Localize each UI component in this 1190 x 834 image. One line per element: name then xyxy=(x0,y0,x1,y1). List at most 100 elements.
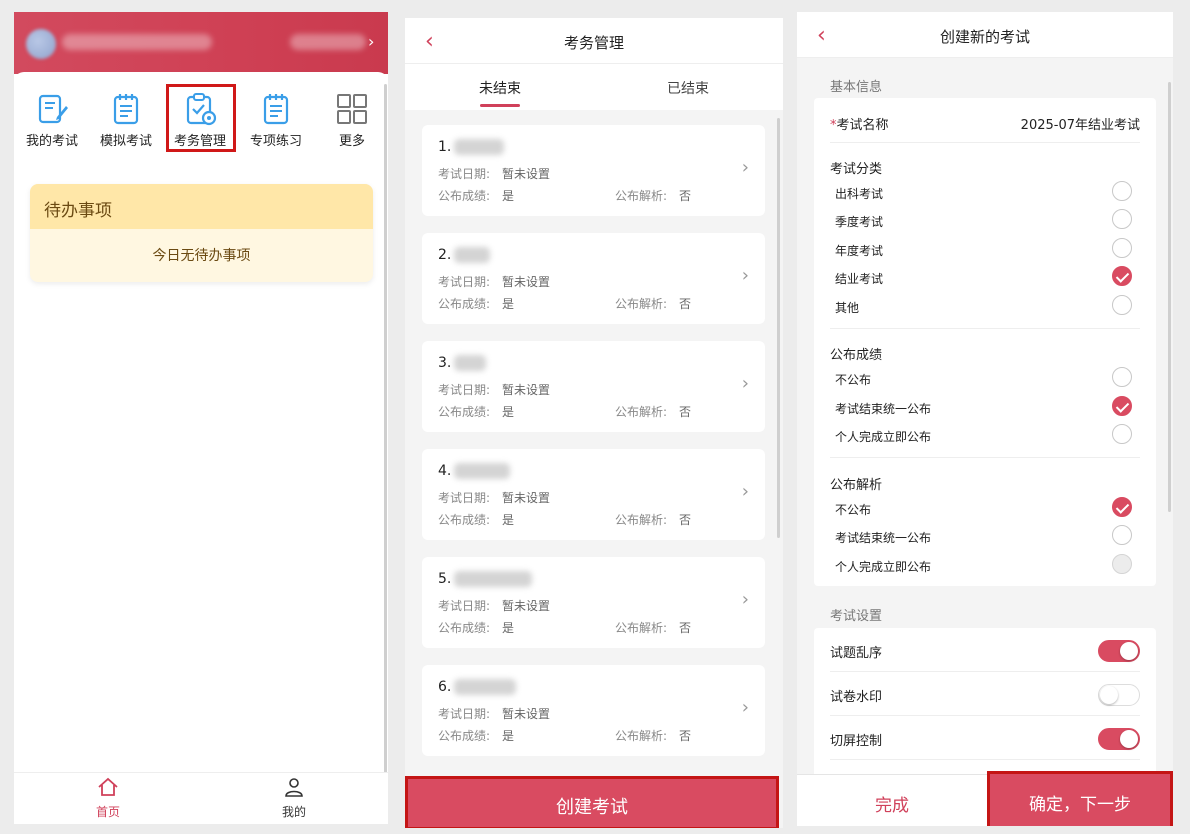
create-exam-button[interactable]: 创建考试 xyxy=(405,776,779,828)
exam-date-row: 考试日期: 暂未设置 xyxy=(438,599,551,613)
nav-label: 我的考试 xyxy=(25,134,78,149)
radio-button[interactable] xyxy=(1112,424,1132,444)
option-label: 考试结束统一公布 xyxy=(835,531,932,545)
page-title: 考务管理 xyxy=(563,34,624,52)
chevron-right-icon: › xyxy=(368,32,375,51)
home-screen: › 我的考试 模拟考试 考务管理 专项练习 更多 待办事项 今日无待办事项 首页… xyxy=(14,12,388,824)
edit-doc-icon xyxy=(38,94,68,124)
publish-analysis-label: 公布解析 xyxy=(830,478,883,493)
exam-name-field[interactable]: 2025-07年结业考试 xyxy=(1021,114,1140,133)
exam-analysis-row: 公布解析: 否 xyxy=(615,189,692,203)
page-title: 创建新的考试 xyxy=(939,28,1030,46)
exam-score-row: 公布成绩: 是 xyxy=(438,297,515,311)
exam-index: 1. xyxy=(438,139,452,155)
scrollbar[interactable] xyxy=(1168,82,1171,512)
exam-index: 4. xyxy=(438,463,452,479)
exam-card[interactable]: 1. 考试日期: 暂未设置 公布成绩: 是 公布解析: 否 › xyxy=(422,125,765,216)
exam-analysis-row: 公布解析: 否 xyxy=(615,405,692,419)
radio-button-checked[interactable] xyxy=(1112,266,1132,286)
profile-header[interactable]: › xyxy=(14,12,388,74)
radio-button-checked[interactable] xyxy=(1112,497,1132,517)
radio-button[interactable] xyxy=(1112,367,1132,387)
exam-name-blurred xyxy=(454,463,510,479)
user-name-blurred xyxy=(62,34,212,50)
exam-card[interactable]: 2. 考试日期: 暂未设置 公布成绩: 是 公布解析: 否 › xyxy=(422,233,765,324)
option-label: 个人完成立即公布 xyxy=(835,560,932,574)
nav-my-exam[interactable]: 我的考试 xyxy=(16,92,88,154)
radio-button-disabled[interactable] xyxy=(1112,554,1132,574)
scrollbar[interactable] xyxy=(384,84,387,774)
exam-settings-group: 试题乱序 试卷水印 切屏控制 xyxy=(814,628,1156,778)
exam-score-row: 公布成绩: 是 xyxy=(438,189,515,203)
exam-card[interactable]: 6. 考试日期: 暂未设置 公布成绩: 是 公布解析: 否 › xyxy=(422,665,765,756)
tab-mine[interactable]: 我的 xyxy=(254,777,334,820)
option-label: 结业考试 xyxy=(835,272,884,286)
exam-analysis-row: 公布解析: 否 xyxy=(615,729,692,743)
todo-title: 待办事项 xyxy=(30,184,373,229)
radio-button-checked[interactable] xyxy=(1112,396,1132,416)
radio-button[interactable] xyxy=(1112,238,1132,258)
exam-score-row: 公布成绩: 是 xyxy=(438,513,515,527)
footer-actions: 完成 确定，下一步 xyxy=(797,771,1173,826)
notepad-icon xyxy=(263,94,289,125)
radio-button[interactable] xyxy=(1112,295,1132,315)
nav-label: 模拟考试 xyxy=(99,134,152,149)
radio-button[interactable] xyxy=(1112,181,1132,201)
setting-label: 切屏控制 xyxy=(830,734,883,749)
shuffle-toggle[interactable] xyxy=(1098,640,1140,662)
exam-score-row: 公布成绩: 是 xyxy=(438,405,515,419)
exam-name-blurred xyxy=(454,571,532,587)
chevron-right-icon: › xyxy=(741,481,749,502)
exam-name-label: *考试名称 xyxy=(830,118,889,133)
watermark-toggle[interactable] xyxy=(1098,684,1140,706)
publish-score-label: 公布成绩 xyxy=(830,348,883,363)
radio-button[interactable] xyxy=(1112,525,1132,545)
home-icon xyxy=(98,777,118,796)
chevron-right-icon: › xyxy=(741,157,749,178)
done-button[interactable]: 完成 xyxy=(837,791,947,816)
exam-name-blurred xyxy=(454,247,490,263)
tab-unfinished[interactable]: 未结束 xyxy=(450,78,550,98)
exam-date-row: 考试日期: 暂未设置 xyxy=(438,491,551,505)
exam-card[interactable]: 3. 考试日期: 暂未设置 公布成绩: 是 公布解析: 否 › xyxy=(422,341,765,432)
radio-button[interactable] xyxy=(1112,209,1132,229)
chevron-right-icon: › xyxy=(741,265,749,286)
chevron-right-icon: › xyxy=(741,373,749,394)
section-basic-info: 基本信息 xyxy=(830,80,883,95)
bottom-tabbar: 首页 我的 xyxy=(14,772,388,824)
exam-index: 5. xyxy=(438,571,452,587)
option-label: 年度考试 xyxy=(835,244,884,258)
nav-more[interactable]: 更多 xyxy=(316,92,388,154)
screen-switch-toggle[interactable] xyxy=(1098,728,1140,750)
option-label: 考试结束统一公布 xyxy=(835,402,932,416)
nav-label: 更多 xyxy=(338,134,365,149)
exam-date-row: 考试日期: 暂未设置 xyxy=(438,167,551,181)
header: ‹ 创建新的考试 xyxy=(797,12,1173,58)
option-label: 季度考试 xyxy=(835,215,884,229)
exam-score-row: 公布成绩: 是 xyxy=(438,729,515,743)
tab-label: 首页 xyxy=(95,805,120,819)
exam-name-blurred xyxy=(454,679,516,695)
nav-mock-exam[interactable]: 模拟考试 xyxy=(90,92,162,154)
divider xyxy=(830,328,1140,329)
exam-index: 6. xyxy=(438,679,452,695)
option-label: 不公布 xyxy=(835,373,872,387)
exam-date-row: 考试日期: 暂未设置 xyxy=(438,275,551,289)
exam-analysis-row: 公布解析: 否 xyxy=(615,297,692,311)
nav-special-practice[interactable]: 专项练习 xyxy=(240,92,312,154)
exam-card[interactable]: 5. 考试日期: 暂未设置 公布成绩: 是 公布解析: 否 › xyxy=(422,557,765,648)
exam-admin-screen: ‹ 考务管理 未结束 已结束 1. 考试日期: 暂未设置 公布成绩: 是 公布解析:… xyxy=(405,18,783,828)
create-exam-screen: ‹ 创建新的考试 基本信息 *考试名称 2025-07年结业考试 考试分类 出科… xyxy=(797,12,1173,826)
tab-home[interactable]: 首页 xyxy=(68,777,148,820)
tab-finished[interactable]: 已结束 xyxy=(638,78,738,98)
avatar xyxy=(26,29,56,59)
header: ‹ 考务管理 xyxy=(405,18,783,64)
next-step-button[interactable]: 确定，下一步 xyxy=(987,771,1173,826)
org-name-blurred xyxy=(290,34,366,50)
chevron-right-icon: › xyxy=(741,697,749,718)
exam-date-row: 考试日期: 暂未设置 xyxy=(438,707,551,721)
tab-label: 我的 xyxy=(281,805,306,819)
scrollbar[interactable] xyxy=(777,118,780,538)
exam-card[interactable]: 4. 考试日期: 暂未设置 公布成绩: 是 公布解析: 否 › xyxy=(422,449,765,540)
status-tabs: 未结束 已结束 xyxy=(405,64,783,110)
